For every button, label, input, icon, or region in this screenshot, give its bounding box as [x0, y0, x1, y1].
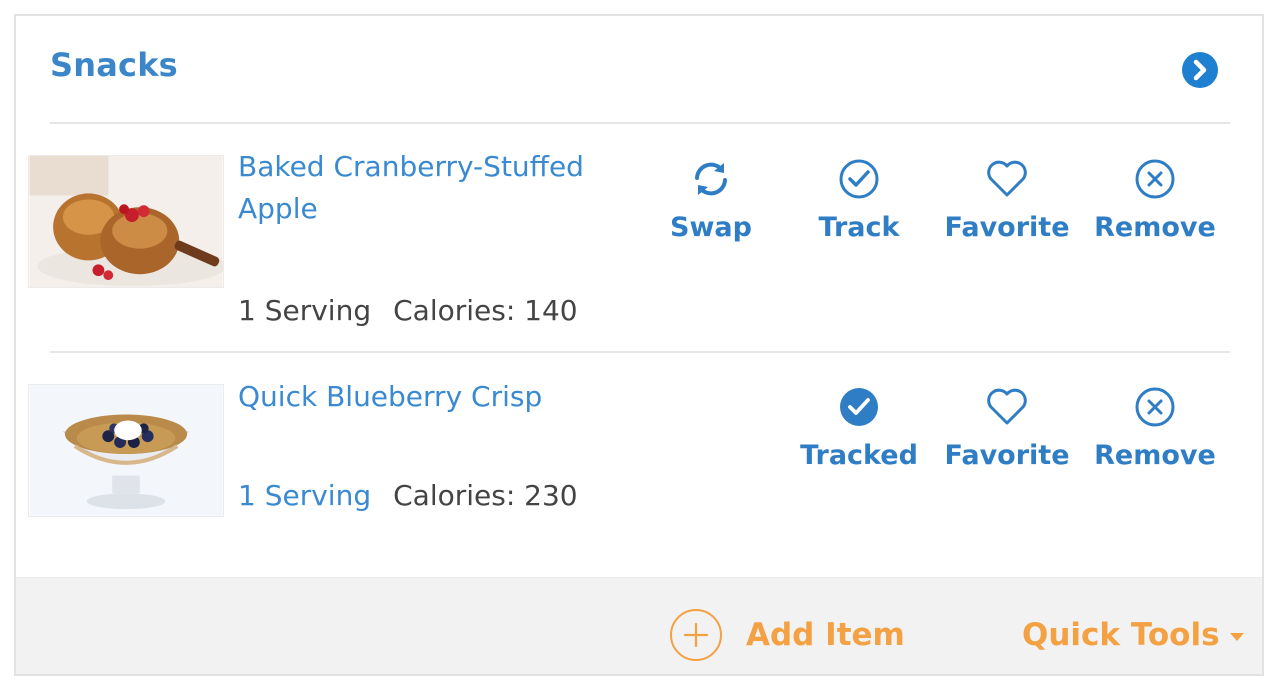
- favorite-button[interactable]: Favorite: [932, 156, 1082, 243]
- track-button[interactable]: Track: [784, 156, 934, 243]
- remove-button[interactable]: Remove: [1080, 384, 1230, 471]
- section-title: Snacks: [50, 46, 178, 84]
- plus-circle-icon: [670, 609, 722, 661]
- heart-outline-icon: [987, 388, 1027, 425]
- favorite-button[interactable]: Favorite: [932, 384, 1082, 471]
- snacks-card: Snacks Baked Cranberry-Stuffed Apple Swa…: [14, 14, 1264, 676]
- item-meta: 1 Serving Calories: 140: [238, 293, 578, 329]
- favorite-label: Favorite: [944, 440, 1070, 471]
- serving-link[interactable]: 1 Serving: [238, 479, 371, 512]
- divider: [50, 351, 1230, 353]
- divider: [50, 122, 1230, 124]
- chevron-right-circle-icon[interactable]: [1182, 52, 1218, 88]
- check-circle-outline-icon: [839, 159, 879, 199]
- swap-button[interactable]: Swap: [636, 156, 786, 243]
- quick-tools-dropdown[interactable]: Quick Tools: [1022, 617, 1244, 653]
- item-meta: 1 Serving Calories: 230: [238, 478, 578, 514]
- check-circle-filled-icon: [840, 388, 878, 426]
- quick-tools-label: Quick Tools: [1022, 617, 1220, 653]
- item-name-link[interactable]: Quick Blueberry Crisp: [238, 376, 618, 418]
- swap-label: Swap: [670, 212, 752, 243]
- calories-text: Calories: 140: [393, 294, 578, 327]
- swap-icon: [695, 162, 727, 196]
- item-name-link[interactable]: Baked Cranberry-Stuffed Apple: [238, 146, 618, 230]
- add-item-button[interactable]: Add Item: [670, 608, 905, 662]
- remove-label: Remove: [1094, 212, 1216, 243]
- heart-outline-icon: [987, 160, 1027, 197]
- food-image-baked-apple[interactable]: [28, 155, 224, 288]
- close-circle-outline-icon: [1135, 159, 1175, 199]
- calories-text: Calories: 230: [393, 479, 578, 512]
- card-footer: Add Item Quick Tools: [16, 577, 1262, 674]
- tracked-button[interactable]: Tracked: [784, 384, 934, 471]
- caret-down-icon: [1229, 632, 1244, 641]
- favorite-label: Favorite: [944, 212, 1070, 243]
- remove-label: Remove: [1094, 440, 1216, 471]
- track-label: Track: [818, 212, 900, 243]
- serving-text: 1 Serving: [238, 294, 372, 327]
- close-circle-outline-icon: [1135, 387, 1175, 427]
- tracked-label: Tracked: [800, 440, 918, 471]
- remove-button[interactable]: Remove: [1080, 156, 1230, 243]
- add-item-label: Add Item: [746, 617, 905, 653]
- food-image-blueberry-crisp[interactable]: [28, 384, 224, 517]
